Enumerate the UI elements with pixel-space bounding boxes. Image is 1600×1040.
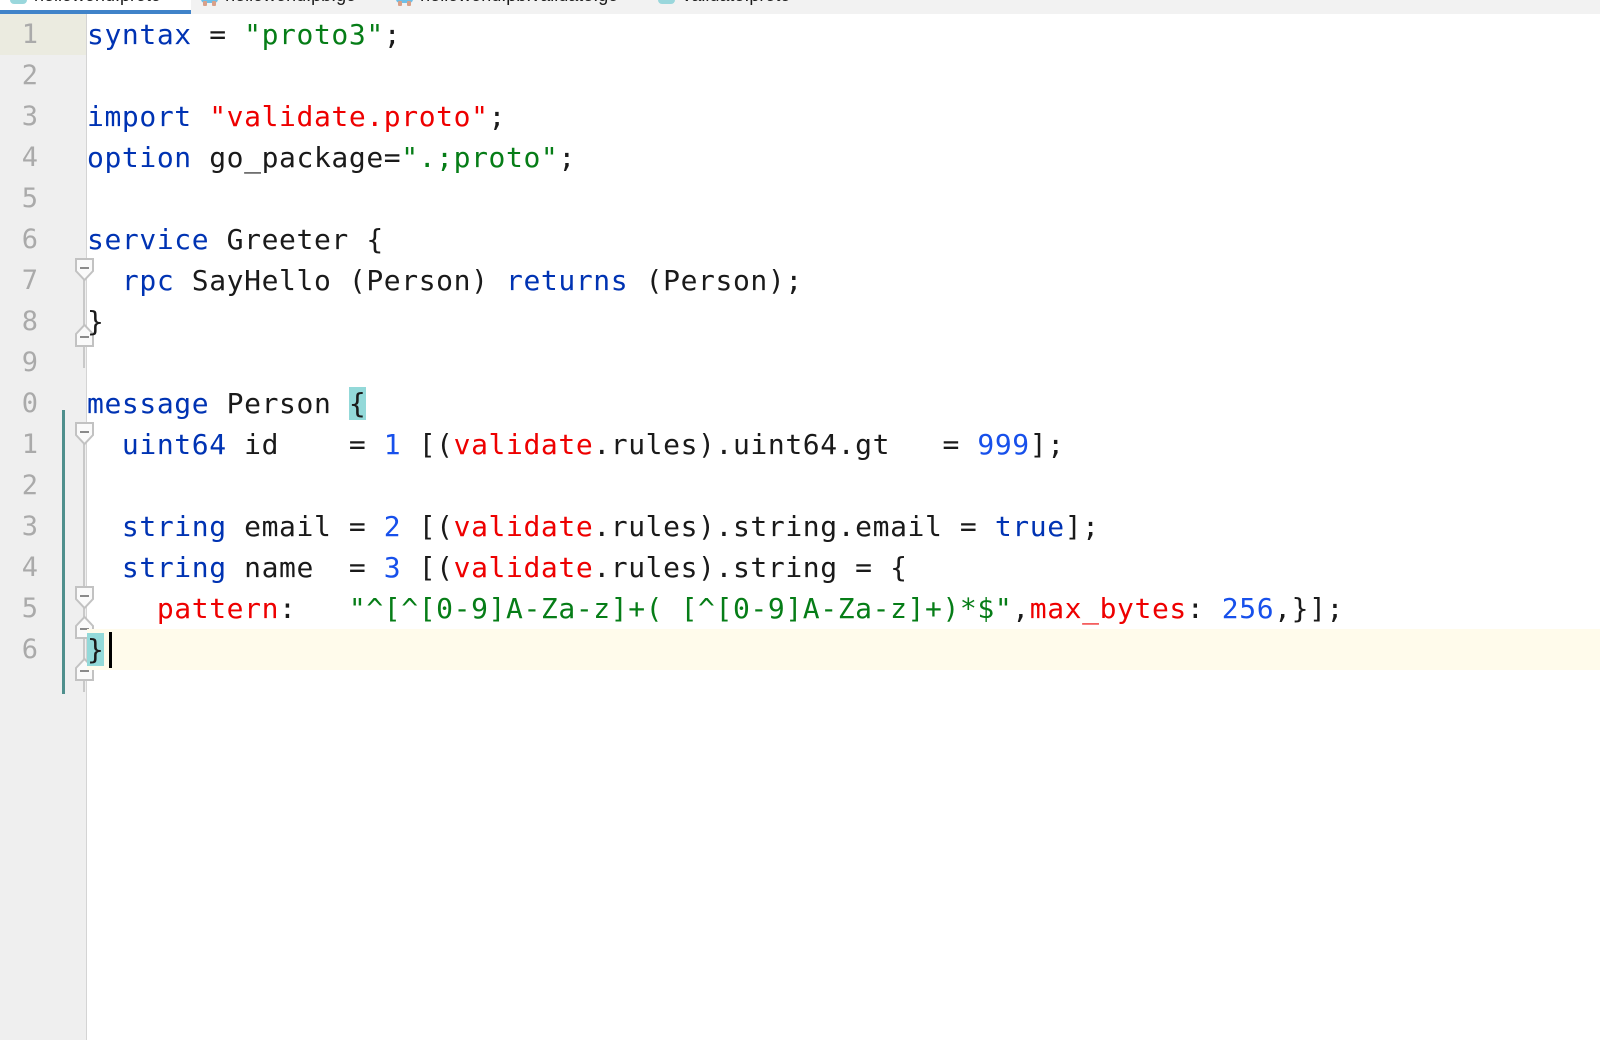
code-text-area[interactable]: syntax = "proto3"; import "validate.prot… <box>87 14 1600 1040</box>
code-line[interactable] <box>87 178 1600 219</box>
line-number: 2 <box>21 60 38 91</box>
code-line[interactable]: uint64 id = 1 [(validate.rules).uint64.g… <box>87 424 1600 465</box>
code-line[interactable]: option go_package=".;proto"; <box>87 137 1600 178</box>
matched-brace: { <box>348 387 367 420</box>
proto-file-icon <box>10 0 27 4</box>
editor-tab-bar: helloworld.proto helloworld.pb.go hellow… <box>0 0 1600 14</box>
line-number: 7 <box>21 265 38 296</box>
line-number: 2 <box>21 470 38 501</box>
close-icon[interactable] <box>796 0 812 3</box>
line-number: 1 <box>21 429 38 460</box>
code-line[interactable]: string name = 3 [(validate.rules).string… <box>87 547 1600 588</box>
code-line[interactable] <box>87 342 1600 383</box>
close-icon[interactable] <box>624 0 640 3</box>
close-icon[interactable] <box>362 0 378 3</box>
line-number: 6 <box>21 634 38 665</box>
line-number: 5 <box>21 183 38 214</box>
line-number: 9 <box>21 347 38 378</box>
line-number: 1 <box>21 19 38 50</box>
line-number: 6 <box>21 224 38 255</box>
line-number: 4 <box>21 552 38 583</box>
line-number: 3 <box>21 511 38 542</box>
code-line[interactable]: syntax = "proto3"; <box>87 14 1600 55</box>
code-line[interactable]: import "validate.proto"; <box>87 96 1600 137</box>
line-number: 0 <box>21 388 38 419</box>
matched-brace: } <box>87 633 105 666</box>
code-line[interactable]: rpc SayHello (Person) returns (Person); <box>87 260 1600 301</box>
editor-gutter[interactable]: 1 2 3 4 5 6 7 8 9 0 1 2 3 4 5 6 <box>0 14 94 1040</box>
code-line[interactable]: service Greeter { <box>87 219 1600 260</box>
text-caret <box>109 632 112 668</box>
tab-helloworld-pb-go[interactable]: helloworld.pb.go <box>191 0 386 14</box>
code-line[interactable] <box>87 55 1600 96</box>
go-file-icon <box>201 0 219 6</box>
code-line[interactable]: pattern: "^[^[0-9]A-Za-z]+( [^[0-9]A-Za-… <box>87 588 1600 629</box>
code-line[interactable]: message Person { <box>87 383 1600 424</box>
line-number: 4 <box>21 142 38 173</box>
line-number: 3 <box>21 101 38 132</box>
code-line[interactable]: string email = 2 [(validate.rules).strin… <box>87 506 1600 547</box>
tab-helloworld-pb-validate-go[interactable]: helloworld.pb.validate.go <box>386 0 648 14</box>
tab-helloworld-proto[interactable]: helloworld.proto <box>0 0 192 14</box>
tab-label: helloworld.proto <box>34 0 161 6</box>
code-line[interactable] <box>87 465 1600 506</box>
line-number: 8 <box>21 306 38 337</box>
tab-label: helloworld.pb.validate.go <box>420 0 618 6</box>
go-file-icon <box>396 0 414 6</box>
line-number: 5 <box>21 593 38 624</box>
tab-label: validate.proto <box>682 0 790 6</box>
close-icon[interactable] <box>167 0 183 3</box>
tab-validate-proto[interactable]: validate.proto <box>648 0 820 14</box>
brace-match-guide <box>62 410 65 694</box>
tab-label: helloworld.pb.go <box>225 0 356 6</box>
code-line[interactable]: } <box>87 629 1600 670</box>
code-editor[interactable]: 1 2 3 4 5 6 7 8 9 0 1 2 3 4 5 6 syntax =… <box>0 14 1600 1040</box>
proto-file-icon <box>658 0 676 4</box>
code-line[interactable]: } <box>87 301 1600 342</box>
